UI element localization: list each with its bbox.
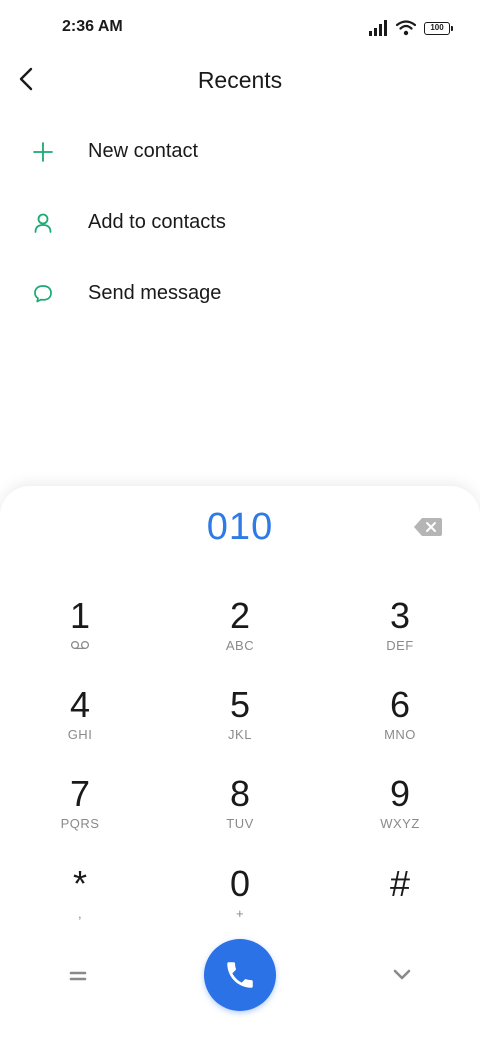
header: Recents	[0, 56, 480, 106]
key-letters: MNO	[384, 727, 416, 742]
key-9[interactable]: 9 WXYZ	[340, 774, 460, 854]
send-message-item[interactable]: Send message	[0, 264, 480, 324]
key-letters: JKL	[228, 727, 252, 742]
key-letters: GHI	[67, 727, 93, 742]
key-letters: PQRS	[60, 816, 100, 831]
key-8[interactable]: 8 TUV	[180, 774, 300, 854]
key-star[interactable]: * ,	[20, 864, 140, 944]
key-1[interactable]: 1	[20, 596, 140, 676]
voicemail-icon	[70, 640, 90, 650]
dialed-number: 010	[206, 506, 274, 548]
backspace-icon	[414, 518, 442, 536]
key-3[interactable]: 3 DEF	[340, 596, 460, 676]
key-digit: 4	[69, 684, 91, 725]
key-letters: +	[235, 906, 245, 921]
call-button[interactable]	[204, 939, 276, 1011]
key-digit: 8	[229, 773, 251, 814]
battery-icon: 100	[424, 21, 453, 35]
equals-icon	[69, 971, 87, 981]
key-5[interactable]: 5 JKL	[180, 685, 300, 765]
key-digit: 1	[69, 595, 91, 636]
send-message-label: Send message	[88, 282, 222, 304]
key-letters: ,	[77, 906, 83, 921]
key-4[interactable]: 4 GHI	[20, 685, 140, 765]
key-digit: 7	[69, 773, 91, 814]
page-title: Recents	[197, 67, 283, 93]
message-icon	[34, 285, 52, 303]
new-contact-item[interactable]: New contact	[0, 122, 480, 182]
key-digit: 0	[229, 863, 251, 904]
key-7[interactable]: 7 PQRS	[20, 774, 140, 854]
key-letters	[340, 906, 460, 922]
backspace-button[interactable]	[413, 516, 443, 538]
plus-icon	[33, 142, 53, 162]
key-digit: 9	[389, 773, 411, 814]
collapse-dialpad-button[interactable]	[388, 964, 416, 986]
dual-sim-button[interactable]	[64, 966, 92, 986]
key-digit: #	[389, 863, 411, 904]
key-hash[interactable]: #	[340, 864, 460, 944]
key-digit: 6	[389, 684, 411, 725]
key-0[interactable]: 0 +	[180, 864, 300, 944]
key-letters: WXYZ	[380, 816, 420, 831]
signal-icon	[369, 20, 387, 36]
key-letters: ABC	[225, 638, 255, 653]
key-2[interactable]: 2 ABC	[180, 596, 300, 676]
key-digit: 3	[389, 595, 411, 636]
person-icon	[34, 213, 52, 233]
add-to-contacts-item[interactable]: Add to contacts	[0, 193, 480, 253]
chevron-down-icon	[393, 969, 411, 980]
key-letters: TUV	[226, 816, 254, 831]
add-to-contacts-label: Add to contacts	[88, 211, 226, 233]
new-contact-label: New contact	[88, 140, 199, 162]
status-bar: 2:36 AM 100	[0, 0, 480, 56]
key-digit: *	[72, 863, 87, 904]
key-6[interactable]: 6 MNO	[340, 685, 460, 765]
status-time: 2:36 AM	[62, 18, 123, 35]
wifi-icon	[396, 20, 416, 36]
dialpad-sheet: 010 1 2 ABC 3 DEF 4 GHI 5 JKL 6 MNO 7 PQ…	[0, 486, 480, 1040]
key-digit: 2	[229, 595, 251, 636]
key-digit: 5	[229, 684, 251, 725]
key-letters: DEF	[386, 638, 414, 653]
phone-icon	[227, 962, 253, 988]
status-icons: 100	[368, 18, 453, 38]
